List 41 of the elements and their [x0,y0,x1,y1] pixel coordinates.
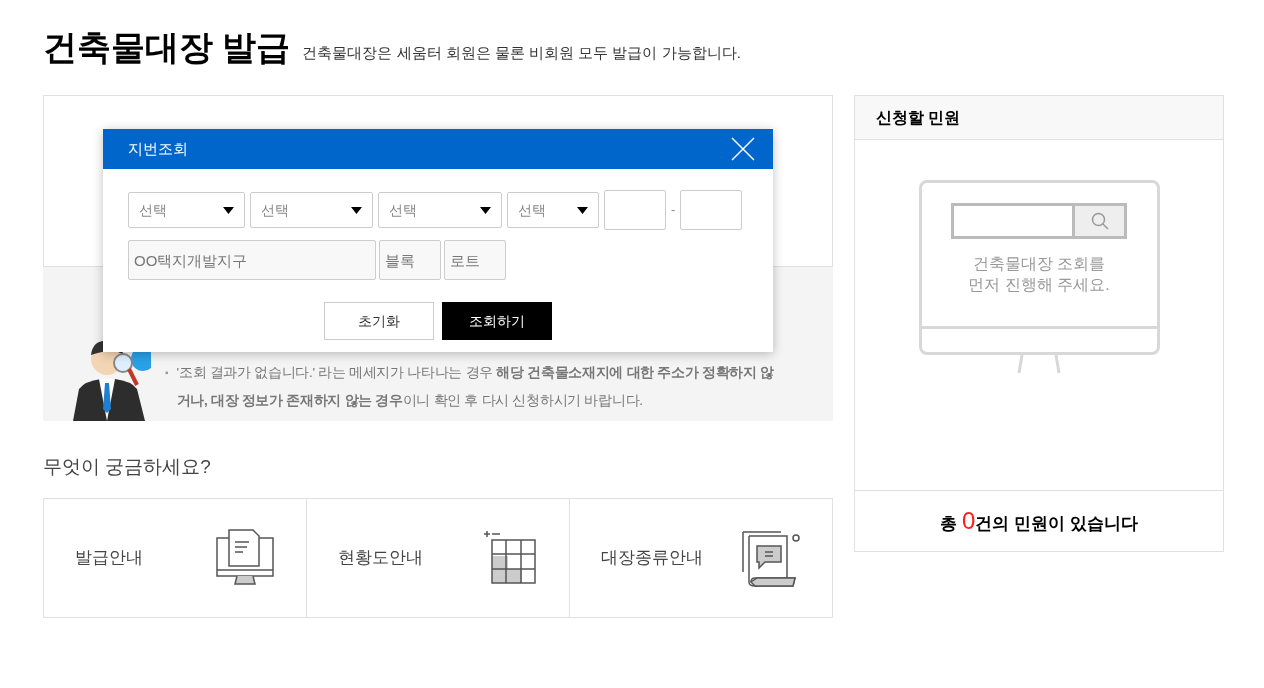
select-placeholder: 선택 [518,200,546,220]
guide-card[interactable]: 발급안내 [44,498,306,617]
bullet: ▪ [165,366,169,380]
page-title: 건축물대장 발급 [43,30,291,64]
caret-icon [351,206,362,214]
search-button[interactable]: 조회하기 [442,302,552,340]
guide-card[interactable]: 현황도안내 [306,498,569,617]
reset-button[interactable]: 초기화 [324,302,434,340]
select-dropdown[interactable]: 선택 [507,192,599,228]
input-field[interactable]: OO택지개발지구 [128,240,376,280]
input-field[interactable]: 로트 [444,240,506,280]
lot-sub-number-field[interactable] [680,190,743,230]
caret-icon [480,206,491,214]
faq-heading: 무엇이 궁금하세요? [43,455,212,479]
lot-main-number-field[interactable] [604,190,666,230]
guide-card-label: 발급안내 [75,546,143,569]
number-separator: - [671,201,676,220]
select-dropdown[interactable]: 선택 [128,192,245,228]
select-placeholder: 선택 [261,200,289,220]
search-icon [1090,212,1109,230]
select-placeholder: 선택 [389,200,417,220]
input-field[interactable]: 블록 [379,240,441,280]
notice-text: '조회 결과가 없습니다.' 라는 메세지가 나타나는 경우 해당 건축물소재지에 대한 주소가 정확하지 않거나, 대장 정보가 존재하지 않는 경우이니 확인 후 다시 신청하시기 바랍니다. [176,364,775,410]
caret-icon [577,206,588,214]
cart-title: 신청할 민원 [876,107,961,128]
total-count-text: 총 0건의 민원이 있습니다 [940,506,1138,536]
close-icon [731,137,755,161]
empty-message: 먼저 진행해 주세요. [968,275,1110,295]
dialog-title: 지번조회 [128,138,188,159]
select-dropdown[interactable]: 선택 [378,192,502,228]
grid-plus-minus-icon [482,529,538,586]
caret-icon [223,206,234,214]
select-placeholder: 선택 [139,200,167,220]
guide-card-label: 대장종류안내 [601,546,703,569]
empty-message: 건축물대장 조회를 [972,254,1106,274]
page-subtitle: 건축물대장은 세움터 회원은 물론 비회원 모두 발급이 가능합니다. [302,42,741,63]
close-button[interactable] [731,137,755,161]
guide-card-label: 현황도안내 [338,546,423,569]
select-dropdown[interactable]: 선택 [250,192,373,228]
guide-card[interactable]: 대장종류안내 [569,498,832,617]
computer-document-icon [215,527,275,588]
